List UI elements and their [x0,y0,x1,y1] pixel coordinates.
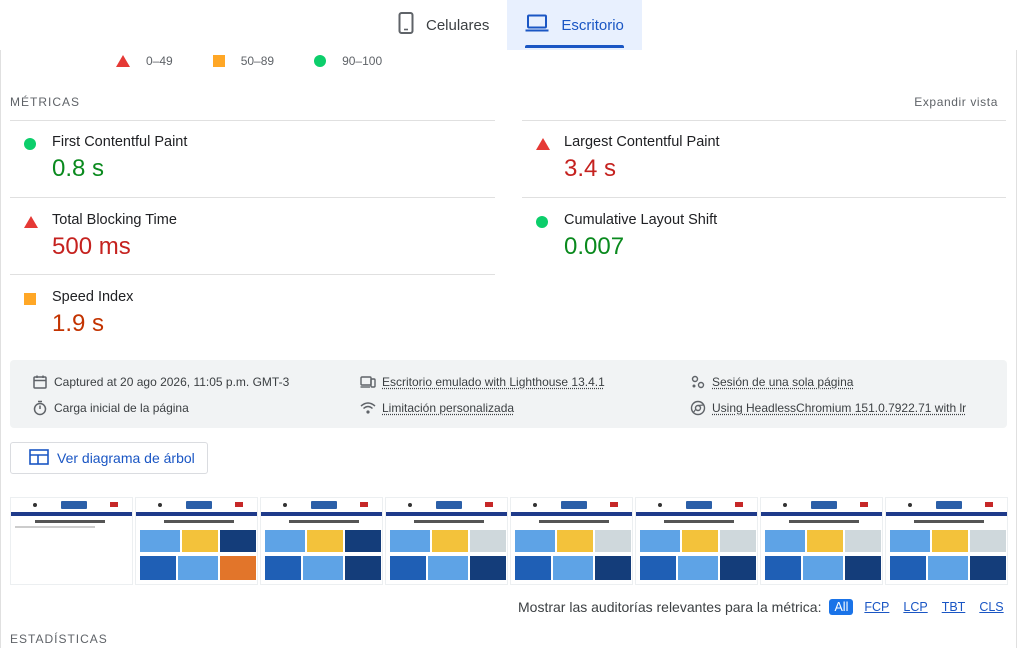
filmstrip-frame [760,497,883,585]
card-border-left [0,50,1,648]
metric-lcp-value: 3.4 s [564,155,617,182]
stats-heading: ESTADÍSTICAS [10,632,108,646]
orange-square-icon [212,55,225,67]
legend-fail: 0–49 [116,54,173,68]
tab-mobile-label: Celulares [426,16,490,34]
divider [522,120,1006,121]
divider [10,120,495,121]
tab-desktop[interactable]: Escritorio [507,0,642,50]
filter-tbt[interactable]: TBT [939,598,969,616]
card-border-right [1016,50,1017,648]
filmstrip-frame [885,497,1008,585]
legend-average: 50–89 [212,54,275,68]
laptop-icon [525,14,549,36]
audit-filter-label: Mostrar las auditorías relevantes para l… [518,599,822,615]
metric-lcp-label: Largest Contentful Paint [564,134,720,150]
score-legend: 0–49 50–89 90–100 [116,54,382,68]
red-triangle-icon [116,55,130,67]
orange-square-icon [24,292,36,310]
divider [10,197,495,198]
chrome-icon [690,400,706,416]
filter-all[interactable]: All [829,599,854,615]
load-info: Carga inicial de la página [32,400,189,416]
metric-cls-label: Cumulative Layout Shift [564,212,718,228]
filmstrip-frame [135,497,258,585]
tab-desktop-label: Escritorio [561,16,624,34]
filmstrip [10,497,1008,585]
throttling-info[interactable]: Limitación personalizada [360,400,514,416]
metric-speed-index-value: 1.9 s [52,310,105,337]
green-circle-icon [314,55,327,67]
legend-average-label: 50–89 [240,54,275,68]
view-treemap-button[interactable]: Ver diagrama de árbol [10,442,208,474]
filter-fcp[interactable]: FCP [861,598,892,616]
lighthouse-report: Celulares Escritorio 0–49 50–89 90–100 M… [0,0,1024,648]
green-circle-icon [536,215,548,233]
metric-fcp-label: First Contentful Paint [52,134,188,150]
emulation-text: Escritorio emulado with Lighthouse 13.4.… [382,375,605,389]
metric-cls-value: 0.007 [564,233,625,260]
browser-text: Using HeadlessChromium 151.0.7922.71 wit… [712,401,967,415]
metric-tbt-label: Total Blocking Time [52,212,177,228]
legend-pass-label: 90–100 [342,54,383,68]
metric-speed-index-label: Speed Index [52,289,134,305]
divider [522,197,1006,198]
captured-info: Captured at 20 ago 2026, 11:05 p.m. GMT-… [32,374,289,390]
session-info[interactable]: Sesión de una sola página [690,374,853,390]
green-circle-icon [24,137,36,155]
session-text: Sesión de una sola página [712,375,854,389]
tab-mobile[interactable]: Celulares [380,0,507,50]
filmstrip-frame [635,497,758,585]
treemap-icon [29,448,49,468]
browser-info[interactable]: Using HeadlessChromium 151.0.7922.71 wit… [690,400,966,416]
filmstrip-frame [10,497,133,585]
mobile-phone-icon [398,12,414,38]
run-info-panel: Captured at 20 ago 2026, 11:05 p.m. GMT-… [10,360,1007,428]
filmstrip-frame [510,497,633,585]
expand-view-toggle[interactable]: Expandir vista [914,95,998,109]
red-triangle-icon [536,137,550,155]
red-triangle-icon [24,215,38,233]
metrics-heading: MÉTRICAS [10,95,81,109]
devices-icon [360,374,376,390]
throttling-text: Limitación personalizada [382,401,515,415]
metric-tbt-value: 500 ms [52,233,131,260]
captured-text: Captured at 20 ago 2026, 11:05 p.m. GMT-… [54,375,290,389]
filter-lcp[interactable]: LCP [900,598,930,616]
load-text: Carga inicial de la página [54,401,189,415]
legend-pass: 90–100 [314,54,382,68]
active-tab-indicator [525,45,624,48]
stopwatch-icon [32,400,48,416]
view-treemap-label: Ver diagrama de árbol [57,450,195,466]
filmstrip-frame [260,497,383,585]
device-tabs: Celulares Escritorio [380,0,642,50]
emulation-info[interactable]: Escritorio emulado with Lighthouse 13.4.… [360,374,605,390]
filter-cls[interactable]: CLS [976,598,1006,616]
legend-fail-label: 0–49 [146,54,173,68]
filmstrip-frame [385,497,508,585]
wifi-icon [360,400,376,416]
calendar-icon [32,374,48,390]
audit-metric-filter: Mostrar las auditorías relevantes para l… [518,598,1007,616]
metric-fcp-value: 0.8 s [52,155,105,182]
session-icon [690,374,706,390]
divider [10,274,495,275]
